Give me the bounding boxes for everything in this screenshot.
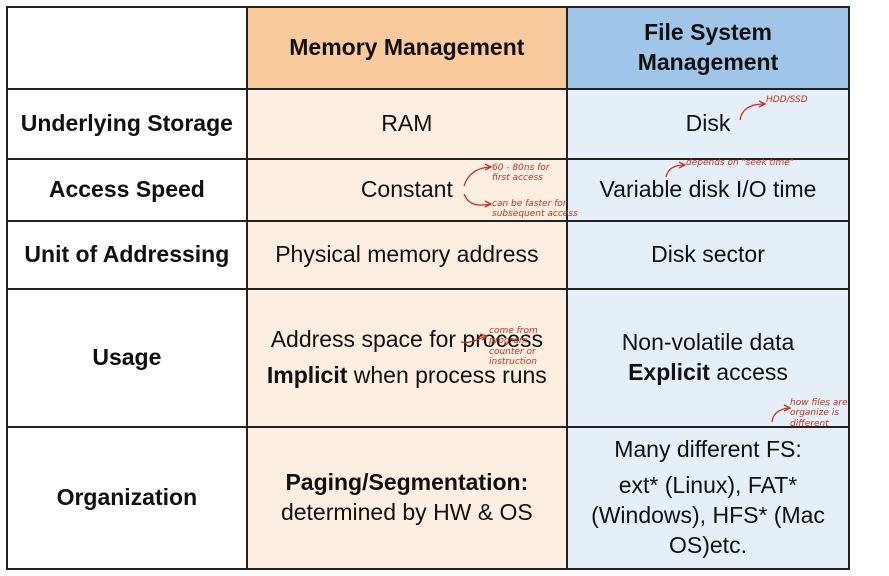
fs-speed-text: Variable disk I/O time [599,176,817,203]
storage-row: Underlying Storage RAM Disk [6,88,851,160]
arrow-first-access-icon [463,163,493,187]
row-label-storage: Underlying Storage [6,88,248,160]
memory-management-header: Memory Management [245,6,568,90]
memory-organization-bold: Paging/Segmentation: [285,469,529,496]
memory-usage-implicit: Implicit [266,362,348,388]
fs-organization-cell: Many different FS: ext* (Linux), FAT* (W… [565,426,851,570]
file-system-management-header: File System Management [565,6,851,90]
fs-organization-line2: ext* (Linux), FAT* (Windows), HFS* (Mac … [591,472,825,558]
arrow-program-counter-icon [460,333,489,344]
comparison-table: Memory Management File System Management… [6,6,851,570]
memory-addressing-cell: Physical memory address [245,220,568,290]
arrow-files-organize-icon [771,404,792,423]
fs-usage-line1: Non-volatile data [621,329,795,356]
note-hdd-ssd: HDD/SSD [766,95,808,105]
row-label-speed: Access Speed [6,158,248,222]
memory-organization-rest: determined by HW & OS [280,499,533,525]
fs-storage-text: Disk [685,110,731,137]
note-files-organize: how files are organize is different [790,398,848,429]
note-first-access: 60 - 80ns for first access [492,163,550,184]
header-row: Memory Management File System Management [6,6,851,90]
note-subsequent-access: can be faster for subsequent access [492,199,578,220]
fs-usage-explicit: Explicit [628,359,710,385]
memory-organization-cell: Paging/Segmentation: determined by HW & … [245,426,568,570]
organization-row: Organization Paging/Segmentation: determ… [6,426,851,570]
fs-usage-line2: Explicit access [574,358,842,388]
arrow-seek-time-icon [665,161,687,178]
arrow-hdd-ssd-icon [739,100,767,121]
memory-storage-cell: RAM [245,88,568,160]
addressing-row: Unit of Addressing Physical memory addre… [6,220,851,290]
arrow-subsequent-access-icon [463,193,493,208]
usage-row: Usage Address space for process Implicit… [6,288,851,428]
row-label-addressing: Unit of Addressing [6,220,248,290]
fs-organization-line1: Many different FS: [614,436,802,463]
fs-usage-rest: access [716,359,788,385]
fs-addressing-cell: Disk sector [565,220,851,290]
row-label-organization: Organization [6,426,248,570]
row-label-usage: Usage [6,288,248,428]
note-program-counter: come from program counter or instruction [489,326,538,368]
memory-speed-text: Constant [360,176,453,203]
corner-cell [6,6,248,90]
note-seek-time: depends on "seek time" [686,158,794,168]
